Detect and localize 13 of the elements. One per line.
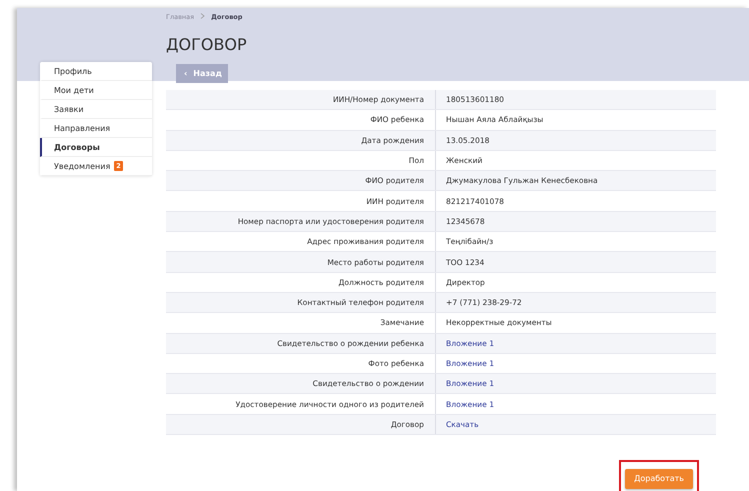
sidebar-item[interactable]: Профиль: [40, 62, 152, 81]
sidebar-item-label: Мои дети: [54, 86, 94, 94]
sidebar-item[interactable]: Мои дети: [40, 81, 152, 100]
chevron-icon: [200, 13, 206, 19]
sidebar-item[interactable]: Договоры: [40, 138, 152, 157]
sidebar-item-label: Договоры: [54, 142, 100, 152]
sidebar-item-label: Профиль: [54, 66, 92, 76]
sidebar-item-label: Направления: [54, 124, 110, 132]
sidebar-item[interactable]: Заявки: [40, 100, 152, 119]
page-title: ДОГОВОР: [166, 35, 247, 54]
sidebar-item-label: Уведомления: [54, 162, 110, 170]
sidebar-item[interactable]: Направления: [40, 119, 152, 138]
sidebar-item-label: Заявки: [54, 104, 84, 114]
